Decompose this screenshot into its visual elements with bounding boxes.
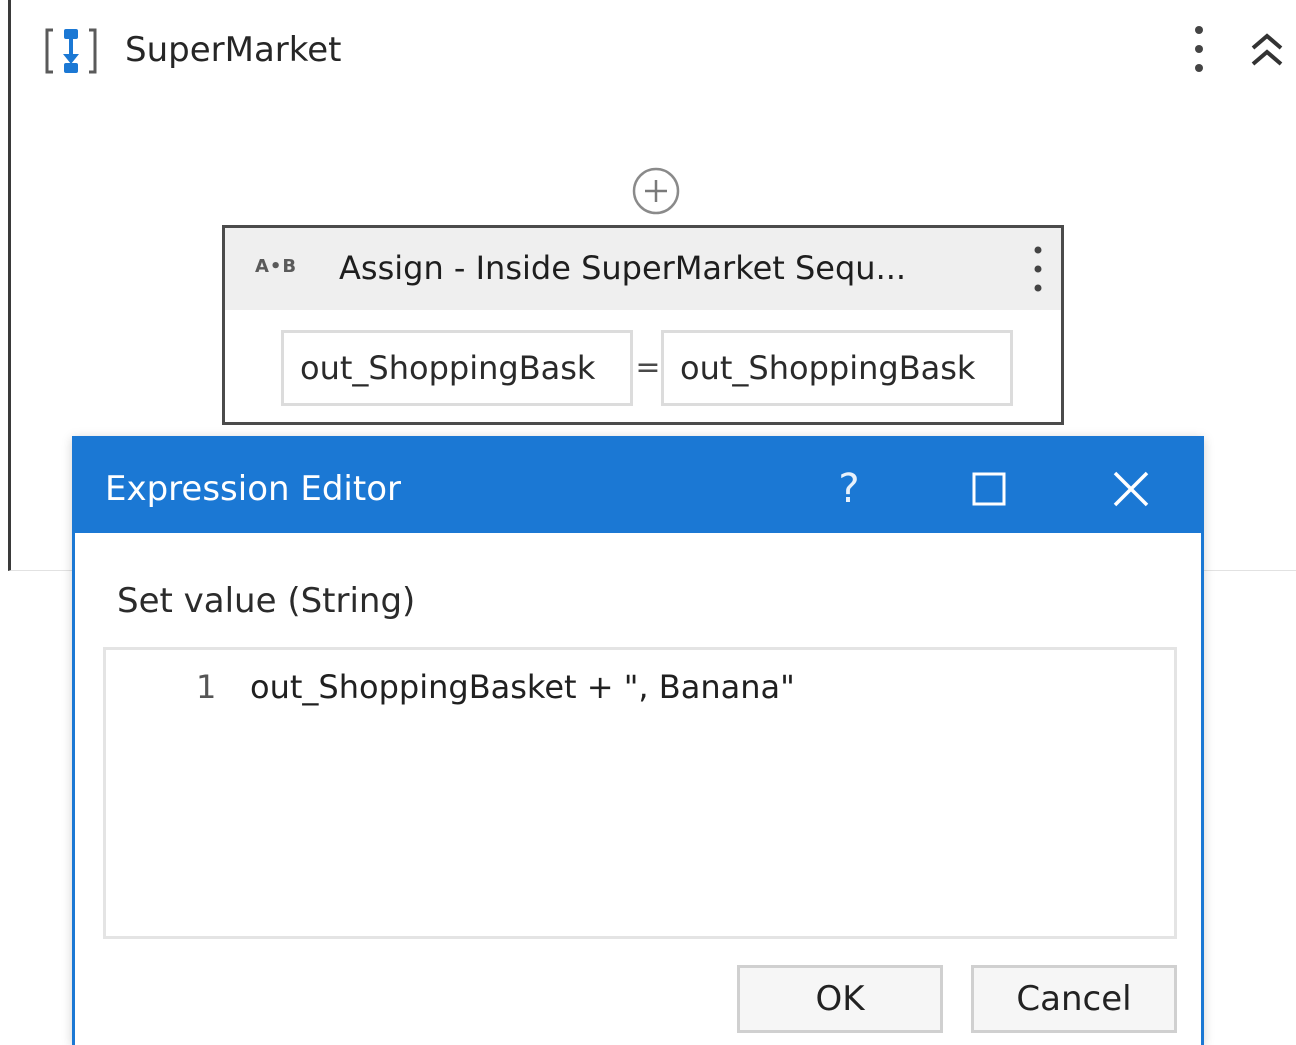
double-chevron-up-icon[interactable] [1247, 28, 1287, 72]
assign-menu-icon[interactable] [1029, 242, 1047, 296]
help-button[interactable]: ? [821, 461, 877, 517]
sequence-title[interactable]: SuperMarket [125, 28, 341, 72]
line-number: 1 [196, 668, 217, 706]
sequence-icon [41, 26, 101, 76]
ok-button[interactable]: OK [737, 965, 943, 1033]
assign-title[interactable]: Assign - Inside SuperMarket Sequ... [339, 246, 906, 290]
assign-to-field[interactable]: out_ShoppingBask [281, 330, 633, 406]
plus-circle-icon[interactable] [631, 166, 681, 216]
cancel-button[interactable]: Cancel [971, 965, 1177, 1033]
expression-editor-dialog: Expression Editor ? Set value (String) 1… [72, 436, 1204, 1045]
dialog-titlebar[interactable]: Expression Editor ? [75, 439, 1201, 533]
assign-value-field[interactable]: out_ShoppingBask [661, 330, 1013, 406]
close-icon[interactable] [1103, 461, 1159, 517]
expression-text[interactable]: out_ShoppingBasket + ", Banana" [250, 664, 795, 710]
dialog-title: Expression Editor [105, 469, 401, 509]
assign-header: A•B Assign - Inside SuperMarket Sequ... [225, 228, 1061, 310]
expression-input[interactable]: 1 out_ShoppingBasket + ", Banana" [103, 647, 1177, 939]
maximize-icon[interactable] [961, 461, 1017, 517]
assign-icon: A•B [255, 256, 298, 277]
sequence-menu-icon[interactable] [1187, 22, 1211, 78]
field-label: Set value (String) [117, 581, 416, 621]
assign-activity[interactable]: A•B Assign - Inside SuperMarket Sequ... … [222, 225, 1064, 425]
assign-equals-sign: = [635, 350, 661, 385]
